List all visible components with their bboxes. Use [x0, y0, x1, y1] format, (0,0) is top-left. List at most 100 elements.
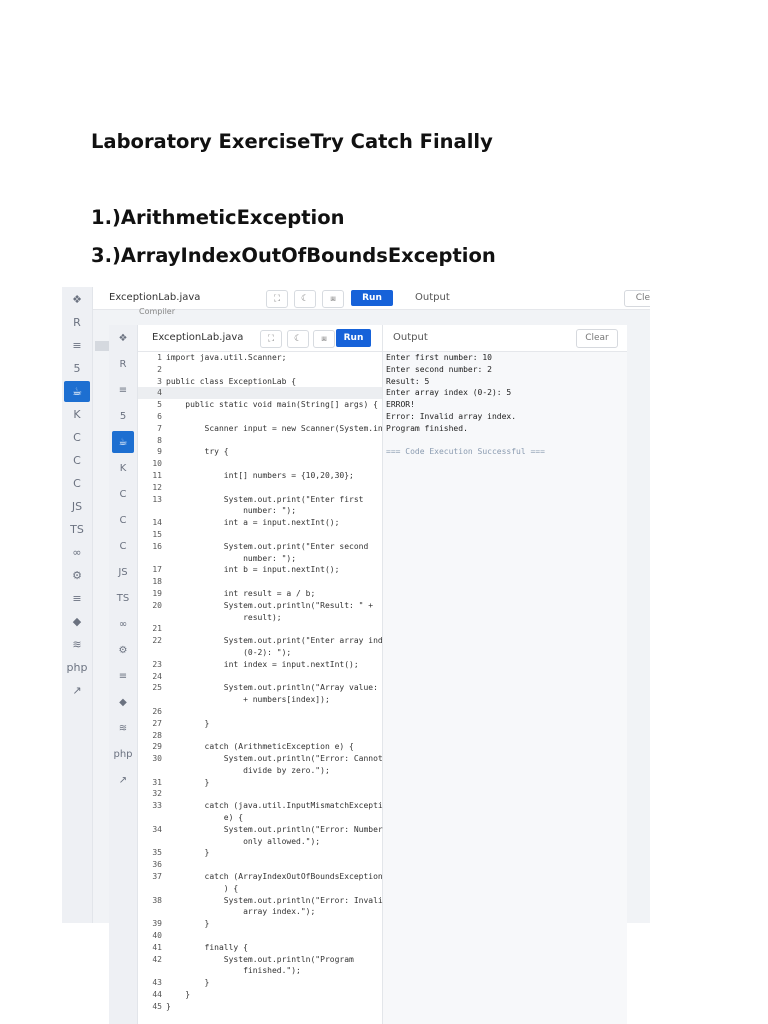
python-icon[interactable]: ❖	[112, 327, 134, 349]
go-icon[interactable]: ∞	[64, 542, 90, 563]
code-line[interactable]: 12	[138, 482, 382, 494]
scala-icon[interactable]: ≋	[112, 717, 134, 739]
fullscreen-icon[interactable]: ⛶	[260, 330, 282, 348]
code-line[interactable]: 27 }	[138, 718, 382, 730]
file-tab[interactable]: ExceptionLab.java	[109, 292, 200, 303]
theme-icon[interactable]: ☾	[294, 290, 316, 308]
kotlin-icon[interactable]: K	[64, 404, 90, 425]
dart-icon[interactable]: ◆	[64, 611, 90, 632]
csharp-icon[interactable]: C	[112, 535, 134, 557]
run-button[interactable]: Run	[336, 329, 371, 347]
code-line[interactable]: array index.");	[138, 906, 382, 918]
code-line[interactable]: 5 public static void main(String[] args)…	[138, 399, 382, 411]
code-line[interactable]: 42 System.out.println("Program	[138, 954, 382, 966]
clear-button[interactable]: Clear	[576, 329, 618, 348]
code-line[interactable]: 38 System.out.println("Error: Invalid	[138, 895, 387, 907]
js-icon[interactable]: JS	[64, 496, 90, 517]
clear-button[interactable]: Clear	[624, 290, 650, 307]
code-line[interactable]: 18	[138, 576, 382, 588]
code-line[interactable]: e) {	[138, 812, 382, 824]
cpp-icon[interactable]: C	[112, 509, 134, 531]
code-line[interactable]: 43 }	[138, 977, 382, 989]
sql-icon[interactable]: ≡	[112, 379, 134, 401]
code-line[interactable]: 8	[138, 435, 382, 447]
code-line[interactable]: 6	[138, 411, 382, 423]
rust-icon[interactable]: ⚙	[112, 639, 134, 661]
code-line[interactable]: 44 }	[138, 989, 382, 1001]
code-line[interactable]: 25 System.out.println("Array value: "	[138, 682, 387, 694]
code-line[interactable]: finished.");	[138, 965, 382, 977]
code-line[interactable]: 14 int a = input.nextInt();	[138, 517, 382, 529]
go-icon[interactable]: ∞	[112, 613, 134, 635]
code-line[interactable]: 40	[138, 930, 382, 942]
code-line[interactable]: 29 catch (ArithmeticException e) {	[138, 741, 382, 753]
code-line[interactable]: 37 catch (ArrayIndexOutOfBoundsException…	[138, 871, 392, 883]
code-line[interactable]: 2	[138, 364, 382, 376]
fullscreen-icon[interactable]: ⛶	[266, 290, 288, 308]
code-line[interactable]: 7 Scanner input = new Scanner(System.in)…	[138, 423, 392, 435]
python-icon[interactable]: ❖	[64, 289, 90, 310]
code-line[interactable]: 20 System.out.println("Result: " +	[138, 600, 382, 612]
cpp-icon[interactable]: C	[64, 450, 90, 471]
code-line[interactable]: 28	[138, 730, 382, 742]
java-icon[interactable]: ☕	[112, 431, 134, 453]
code-line[interactable]: 45}	[138, 1001, 382, 1013]
code-line[interactable]: 16 System.out.print("Enter second	[138, 541, 382, 553]
code-line[interactable]: 41 finally {	[138, 942, 382, 954]
share-icon[interactable]: ⩏	[322, 290, 344, 308]
code-line[interactable]: + numbers[index]);	[138, 694, 382, 706]
code-line[interactable]: 19 int result = a / b;	[138, 588, 382, 600]
php-icon[interactable]: php	[64, 657, 90, 678]
code-line[interactable]: 26	[138, 706, 382, 718]
code-line[interactable]: 35 }	[138, 847, 382, 859]
code-line[interactable]: 10	[138, 458, 382, 470]
r-icon[interactable]: R	[64, 312, 90, 333]
sql-icon[interactable]: ≡	[64, 335, 90, 356]
code-editor[interactable]: 1 import java.util.Scanner; 2 3 public class…	[138, 352, 392, 1024]
code-line[interactable]: 21	[138, 623, 382, 635]
code-line[interactable]: 9 try {	[138, 446, 382, 458]
code-line[interactable]: ) {	[138, 883, 382, 895]
swift-icon[interactable]: ↗	[64, 680, 90, 701]
code-line[interactable]: only allowed.");	[138, 836, 382, 848]
code-line[interactable]: (0-2): ");	[138, 647, 382, 659]
html-icon[interactable]: 5	[112, 405, 134, 427]
code-line[interactable]: 39 }	[138, 918, 382, 930]
code-line[interactable]: 4	[138, 387, 382, 400]
code-line[interactable]: 15	[138, 529, 382, 541]
php-icon[interactable]: php	[112, 743, 134, 765]
c-icon[interactable]: C	[112, 483, 134, 505]
c-icon[interactable]: C	[64, 427, 90, 448]
code-line[interactable]: 17 int b = input.nextInt();	[138, 564, 382, 576]
code-line[interactable]: 24	[138, 671, 382, 683]
html-icon[interactable]: 5	[64, 358, 90, 379]
csharp-icon[interactable]: C	[64, 473, 90, 494]
sql-icon[interactable]: ≡	[64, 588, 90, 609]
code-line[interactable]: 36	[138, 859, 382, 871]
code-line[interactable]: 13 System.out.print("Enter first	[138, 494, 382, 506]
kotlin-icon[interactable]: K	[112, 457, 134, 479]
file-tab[interactable]: ExceptionLab.java	[152, 332, 243, 343]
rust-icon[interactable]: ⚙	[64, 565, 90, 586]
run-button[interactable]: Run	[351, 290, 393, 306]
code-line[interactable]: 11 int[] numbers = {10,20,30};	[138, 470, 382, 482]
ts-icon[interactable]: TS	[112, 587, 134, 609]
sql2-icon[interactable]: ≡	[112, 665, 134, 687]
code-line[interactable]: 32	[138, 788, 382, 800]
theme-icon[interactable]: ☾	[287, 330, 309, 348]
code-line[interactable]: result);	[138, 612, 382, 624]
share-icon[interactable]: ⩏	[313, 330, 335, 348]
code-line[interactable]: divide by zero.");	[138, 765, 382, 777]
ts-icon[interactable]: TS	[64, 519, 90, 540]
dart-icon[interactable]: ◆	[112, 691, 134, 713]
r-icon[interactable]: R	[112, 353, 134, 375]
code-line[interactable]: 1 import java.util.Scanner;	[138, 352, 382, 364]
code-line[interactable]: number: ");	[138, 553, 382, 565]
java-icon[interactable]: ☕	[64, 381, 90, 402]
swift-icon[interactable]: ↗	[112, 769, 134, 791]
code-line[interactable]: 23 int index = input.nextInt();	[138, 659, 382, 671]
code-line[interactable]: 34 System.out.println("Error: Numbers	[138, 824, 387, 836]
code-line[interactable]: 30 System.out.println("Error: Cannot	[138, 753, 382, 765]
code-line[interactable]: 22 System.out.print("Enter array index	[138, 635, 392, 647]
code-line[interactable]: 31 }	[138, 777, 382, 789]
